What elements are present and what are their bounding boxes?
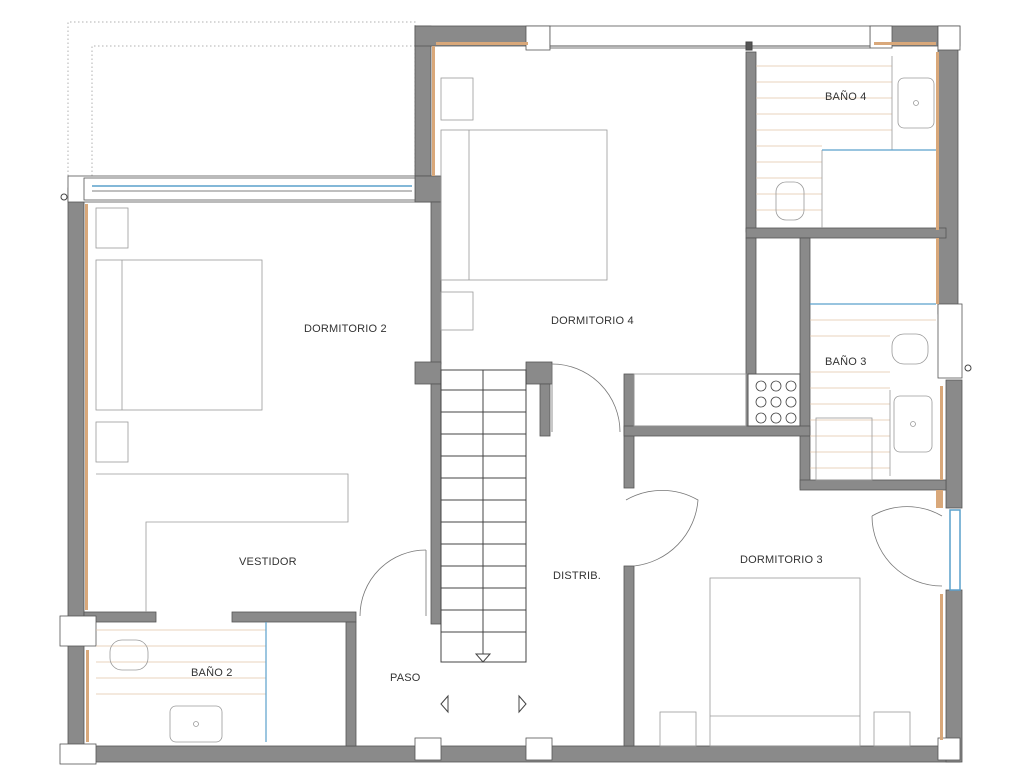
bano-4-fixtures [756,56,936,228]
bano-3-fixtures [810,303,936,481]
toilet-bano-4 [775,181,805,221]
sink-bano-2 [169,705,223,743]
room-label-bano-4: BAÑO 4 [825,90,867,103]
bano-2-fixtures [96,622,267,743]
sink-bano-4 [897,77,935,129]
wood-trim [85,42,943,742]
toilet-bano-2 [109,639,149,671]
bed-dormitorio-2 [95,259,263,411]
markers [60,41,972,714]
staircase [440,369,527,663]
sink-bano-3 [893,395,933,453]
walls [59,25,963,765]
windows [83,25,961,591]
bed-dormitorio-3 [709,577,861,747]
room-label-bano-3: BAÑO 3 [825,355,867,368]
toilet-bano-3 [891,333,929,365]
room-label-bano-2: BAÑO 2 [191,666,233,679]
terrace-outline [67,21,416,176]
room-label-distrib: DISTRIB. [553,570,601,582]
bed-dormitorio-4 [440,129,608,281]
room-label-vestidor: VESTIDOR [239,556,297,568]
room-label-paso: PASO [390,672,421,684]
room-label-dormitorio-3: DORMITORIO 3 [740,554,823,566]
burner-block [747,373,801,427]
floor-plan: DORMITORIO 2 DORMITORIO 4 BAÑO 4 BAÑO 3 … [59,21,972,765]
room-label-dormitorio-4: DORMITORIO 4 [551,315,634,327]
room-label-dormitorio-2: DORMITORIO 2 [304,323,387,335]
